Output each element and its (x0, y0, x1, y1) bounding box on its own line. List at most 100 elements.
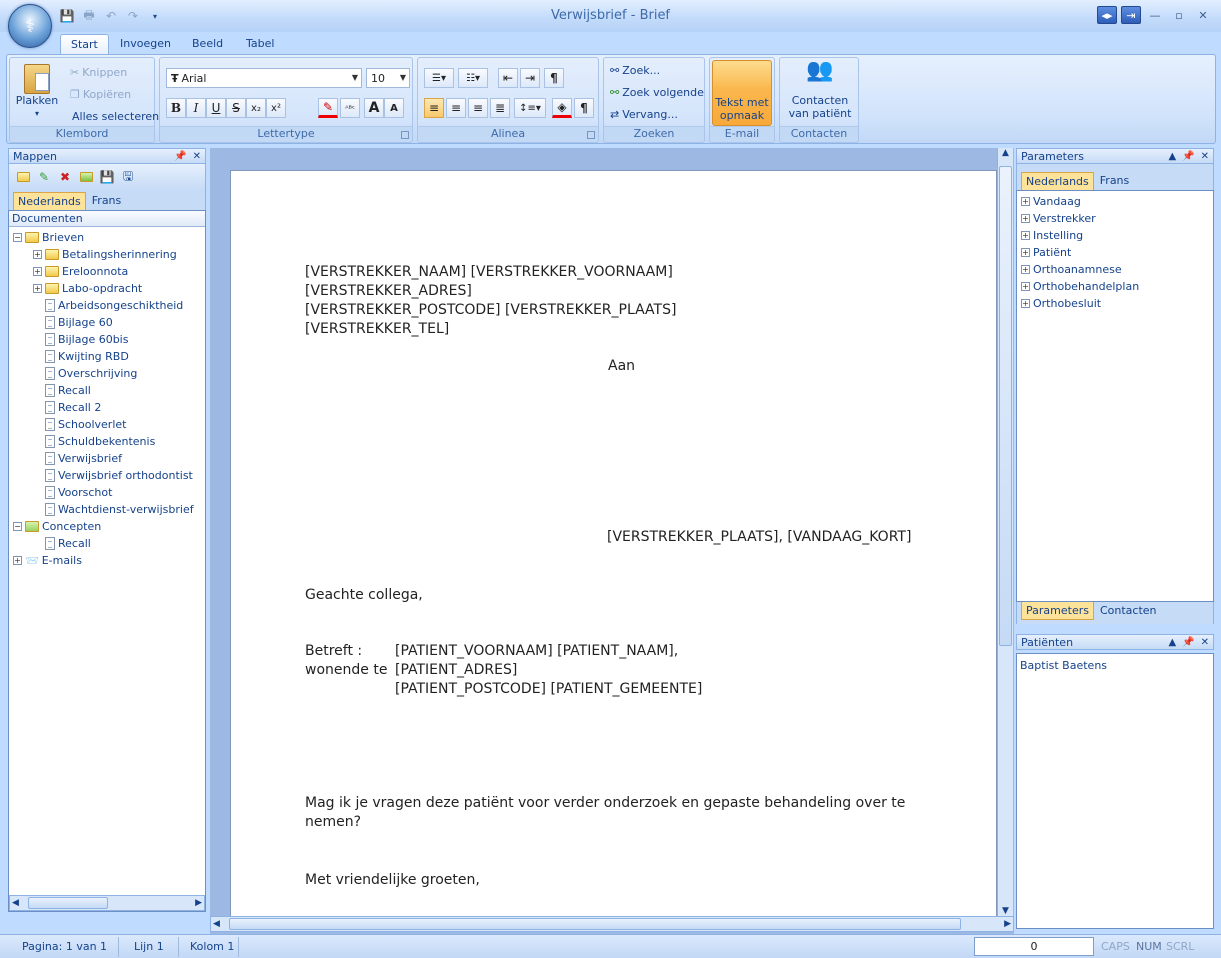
italic-button[interactable]: I (186, 98, 206, 118)
scroll-down-icon[interactable]: ▼ (998, 906, 1013, 916)
replace-button[interactable]: ⇄ Vervang... (610, 108, 678, 121)
tab-start[interactable]: Start (60, 34, 109, 54)
scroll-up-icon[interactable]: ▲ (998, 148, 1013, 158)
expand-icon[interactable]: + (13, 556, 22, 565)
expand-icon[interactable]: + (1021, 248, 1030, 257)
numbering-button[interactable]: ☷▾ (458, 68, 488, 88)
subscript-button[interactable]: x₂ (246, 98, 266, 118)
grow-font-button[interactable]: A (364, 98, 384, 118)
status-value-field[interactable]: 0 (974, 937, 1094, 956)
tab-frans[interactable]: Frans (1096, 172, 1134, 190)
scroll-thumb[interactable] (28, 897, 108, 909)
expand-icon[interactable]: + (1021, 265, 1030, 274)
expand-icon[interactable]: + (33, 284, 42, 293)
scroll-right-icon[interactable]: ▶ (195, 898, 202, 908)
folder-item[interactable]: + Ereloonnota (33, 263, 128, 280)
document-item[interactable]: Schoolverlet (33, 416, 126, 433)
document-item[interactable]: Overschrijving (33, 365, 137, 382)
expand-icon[interactable]: + (1021, 299, 1030, 308)
tab-contacten[interactable]: Contacten (1096, 602, 1161, 620)
tab-tabel[interactable]: Tabel (236, 34, 284, 54)
parameter-item[interactable]: + Verstrekker (1021, 210, 1096, 227)
font-family-select[interactable]: Ŧ Arial ▼ (166, 68, 362, 88)
justify-button[interactable]: ≣ (490, 98, 510, 118)
document-item[interactable]: Bijlage 60bis (33, 331, 128, 348)
tab-beeld[interactable]: Beeld (182, 34, 233, 54)
pin-icon[interactable]: 📌 (174, 151, 186, 162)
pin-icon[interactable]: 📌 (1182, 637, 1194, 648)
folder-item[interactable]: + Betalingsherinnering (33, 246, 177, 263)
parameter-item[interactable]: + Orthobehandelplan (1021, 278, 1139, 295)
close-icon[interactable]: ✕ (1201, 151, 1209, 162)
copy-button[interactable]: ❐ Kopiëren (70, 88, 131, 101)
paste-button[interactable]: Plakken ▾ (16, 64, 58, 120)
expand-icon[interactable]: + (1021, 282, 1030, 291)
document-horizontal-scrollbar[interactable]: ◀ ▶ (210, 916, 1014, 932)
collapse-icon[interactable]: ▲ (1168, 637, 1176, 648)
find-next-button[interactable]: ⚯ Zoek volgende (610, 86, 704, 99)
document-item[interactable]: Bijlage 60 (33, 314, 113, 331)
parameter-item[interactable]: + Instelling (1021, 227, 1083, 244)
scroll-right-icon[interactable]: ▶ (1004, 919, 1011, 929)
close-icon[interactable]: ✕ (193, 151, 201, 162)
shrink-font-button[interactable]: A (384, 98, 404, 118)
layout-toggle-icon[interactable]: ◂▸ (1097, 6, 1117, 24)
shading-button[interactable]: ◈ (552, 98, 572, 118)
line-spacing-button[interactable]: ↕≡▾ (514, 98, 546, 118)
expand-icon[interactable]: + (33, 250, 42, 259)
underline-button[interactable]: U (206, 98, 226, 118)
document-item[interactable]: Kwijting RBD (33, 348, 129, 365)
scroll-thumb[interactable] (999, 166, 1012, 646)
document-item[interactable]: Recall (33, 382, 91, 399)
document-item[interactable]: Verwijsbrief (33, 450, 122, 467)
collapse-icon[interactable]: − (13, 522, 22, 531)
font-size-select[interactable]: 10 ▼ (366, 68, 410, 88)
document-item[interactable]: Recall (33, 535, 91, 552)
folder-item[interactable]: − Brieven (13, 229, 84, 246)
align-left-button[interactable]: ≡ (424, 98, 444, 118)
collapse-icon[interactable]: − (13, 233, 22, 242)
document-item[interactable]: Recall 2 (33, 399, 101, 416)
tab-frans[interactable]: Frans (88, 192, 126, 210)
new-document-folder-icon[interactable] (78, 169, 94, 185)
minimize-icon[interactable]: — (1145, 6, 1165, 24)
tree-horizontal-scrollbar[interactable]: ◀ ▶ (9, 895, 205, 911)
pin-icon[interactable]: 📌 (1182, 151, 1194, 162)
find-button[interactable]: ⚯ Zoek... (610, 64, 660, 77)
folder-item[interactable]: + 📨 E-mails (13, 552, 82, 569)
expand-icon[interactable]: + (1021, 231, 1030, 240)
patient-contacts-button[interactable]: 👥 Contacten van patiënt (784, 60, 856, 121)
parameter-item[interactable]: + Patiënt (1021, 244, 1071, 261)
document-item[interactable]: Wachtdienst-verwijsbrief (33, 501, 194, 518)
parameter-item[interactable]: + Vandaag (1021, 193, 1081, 210)
cut-button[interactable]: ✂ Knippen (70, 66, 127, 79)
bullets-button[interactable]: ☰▾ (424, 68, 454, 88)
close-icon[interactable]: ✕ (1201, 637, 1209, 648)
collapse-icon[interactable]: ▲ (1168, 151, 1176, 162)
document-item[interactable]: Voorschot (33, 484, 112, 501)
align-center-button[interactable]: ≡ (446, 98, 466, 118)
bold-button[interactable]: B (166, 98, 186, 118)
document-vertical-scrollbar[interactable]: ▲ ▼ (997, 148, 1013, 918)
strikethrough-button[interactable]: S (226, 98, 246, 118)
show-marks-button[interactable]: ¶ (544, 68, 564, 88)
expand-icon[interactable]: + (1021, 214, 1030, 223)
tab-parameters[interactable]: Parameters (1021, 602, 1094, 620)
parameter-item[interactable]: + Orthobesluit (1021, 295, 1101, 312)
expand-icon[interactable]: + (1021, 197, 1030, 206)
save-as-icon[interactable]: 🖫 (120, 169, 136, 185)
edit-icon[interactable]: ✎ (36, 169, 52, 185)
document-item[interactable]: Arbeidsongeschiktheid (33, 297, 183, 314)
scroll-left-icon[interactable]: ◀ (213, 919, 220, 929)
tab-nederlands[interactable]: Nederlands (13, 192, 86, 210)
parameter-item[interactable]: + Orthoanamnese (1021, 261, 1122, 278)
folder-item[interactable]: − Concepten (13, 518, 101, 535)
paragraph-marks-button[interactable]: ¶ (574, 98, 594, 118)
document-item[interactable]: Schuldbekentenis (33, 433, 155, 450)
decrease-indent-button[interactable]: ⇤ (498, 68, 518, 88)
formatted-text-button[interactable]: Tekst met opmaak (712, 60, 772, 126)
select-all-button[interactable]: Alles selecteren (72, 110, 159, 123)
application-menu-button[interactable]: ⚕ (8, 4, 52, 48)
dialog-launcher-icon[interactable] (587, 131, 595, 139)
scroll-left-icon[interactable]: ◀ (12, 898, 19, 908)
